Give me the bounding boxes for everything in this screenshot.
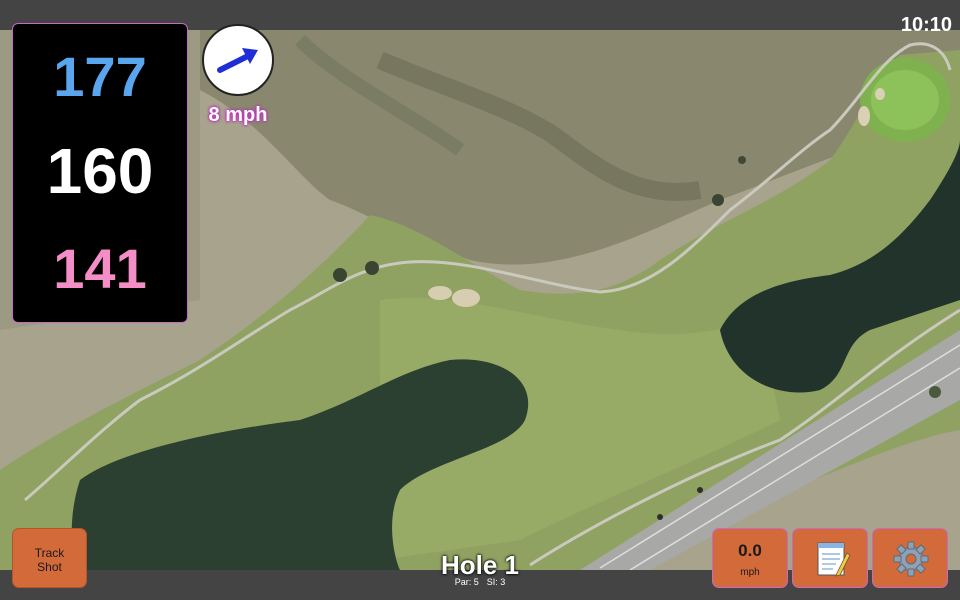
distance-panel: 177 160 141 (12, 23, 188, 323)
gear-icon (893, 541, 929, 577)
back-distance: 177 (53, 45, 147, 108)
clock: 10:10 (900, 14, 952, 36)
track-shot-label-line1: Track (34, 546, 65, 560)
hole-par: Par: 5 (454, 577, 479, 587)
hole-stroke-index: SI: 3 (486, 577, 506, 587)
hole-meta: Par: 5 SI: 3 (380, 577, 580, 587)
middle-distance: 160 (46, 135, 154, 207)
speed-unit: mph (740, 567, 760, 578)
front-distance: 141 (53, 237, 147, 300)
notes-button[interactable] (792, 528, 868, 588)
track-shot-button[interactable]: Track Shot (12, 528, 87, 588)
notepad-icon (817, 542, 851, 577)
speed-value: 0.0 (738, 541, 762, 560)
wind-speed-label: 8 mph (208, 104, 268, 126)
track-shot-label-line2: Shot (37, 560, 62, 574)
settings-button[interactable] (872, 528, 948, 588)
wind-indicator[interactable] (202, 24, 274, 96)
speed-button[interactable]: 0.0 mph (712, 528, 788, 588)
arrow-icon (217, 48, 258, 73)
